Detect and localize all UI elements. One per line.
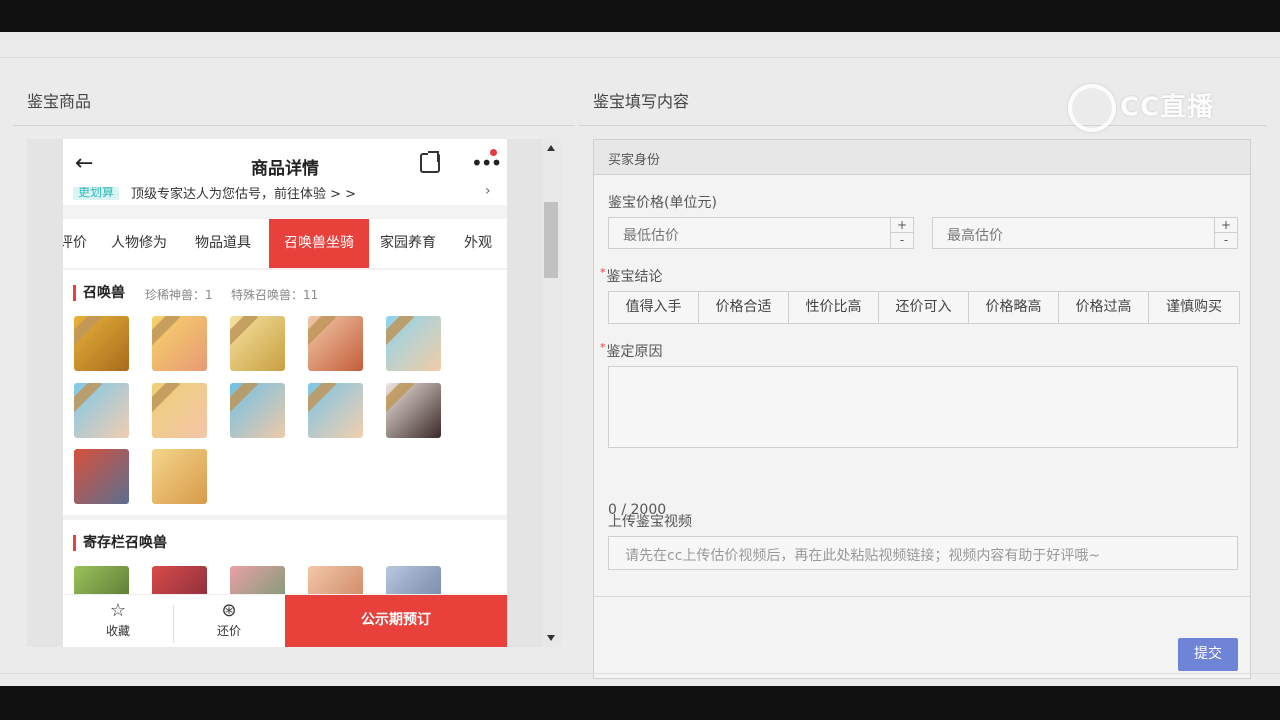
decrement-button[interactable]: - [891, 233, 913, 247]
conclusion-option[interactable]: 还价可入 [879, 292, 969, 323]
notification-dot [490, 149, 497, 156]
product-nav-bar: ← 商品详情 ••• [63, 139, 507, 187]
chevron-right-icon: › [485, 187, 491, 199]
tab-summons-mounts[interactable]: 召唤兽坐骑 [269, 219, 369, 268]
conclusion-options: 值得入手 价格合适 性价比高 还价可入 价格略高 价格过高 谨慎购买 [608, 291, 1240, 324]
required-mark: * [600, 341, 606, 354]
bargain-label: 还价 [216, 624, 241, 638]
summon-avatar[interactable] [152, 316, 207, 371]
product-detail-screen: ← 商品详情 ••• 更划算 顶级专家达人为您估号，前往体验 > > › 评价 … [63, 139, 507, 647]
form-header: 买家身份 [594, 140, 1250, 175]
submit-button[interactable]: 提交 [1178, 638, 1238, 671]
form-footer-divider [594, 596, 1250, 597]
summon-avatar[interactable] [386, 383, 441, 438]
appraisal-form: 买家身份 鉴宝价格(单位元) 最低估价 + - 最高估价 + - *鉴宝结论 值… [593, 139, 1251, 679]
window-bottom-bar [0, 686, 1280, 720]
share-icon[interactable] [420, 151, 440, 173]
tab-home[interactable]: 家园养育 [380, 219, 436, 268]
max-price-stepper: + - [1214, 218, 1237, 248]
appraisal-page: 鉴宝商品 鉴宝填写内容 CC直播 ← 商品详情 ••• 更划算 顶级专家达人为您… [0, 32, 1280, 686]
rare-count: 珍稀神兽：1 [145, 288, 213, 302]
tab-review[interactable]: 评价 [63, 219, 87, 268]
video-link-input[interactable]: 请先在cc上传估价视频后，再在此处粘贴视频链接；视频内容有助于好评哦~ [608, 536, 1238, 570]
tab-character[interactable]: 人物修为 [111, 219, 167, 268]
increment-button[interactable]: + [1215, 218, 1237, 233]
tab-items[interactable]: 物品道具 [195, 219, 251, 268]
scroll-thumb[interactable] [544, 202, 558, 278]
reserve-button[interactable]: 公示期预订 [285, 595, 507, 647]
conclusion-option[interactable]: 价格合适 [699, 292, 789, 323]
promo-badge: 更划算 [73, 187, 120, 200]
price-label: 鉴宝价格(单位元) [608, 195, 717, 211]
window-top-bar [0, 0, 1280, 32]
summon-avatar[interactable] [74, 316, 129, 371]
page-bottom-divider [0, 673, 1280, 674]
summon-avatar[interactable] [152, 383, 207, 438]
conclusion-option[interactable]: 价格略高 [969, 292, 1059, 323]
summon-avatar[interactable] [74, 449, 129, 504]
summon-avatar[interactable] [230, 316, 285, 371]
min-price-stepper: + - [890, 218, 913, 248]
buyer-identity-label: 买家身份 [608, 153, 661, 168]
promo-banner[interactable]: 更划算 顶级专家达人为您估号，前往体验 > > › [63, 187, 507, 205]
left-title-divider [13, 125, 575, 126]
coin-icon: ⊛ [221, 600, 237, 621]
summon-card-title: 召唤兽 [73, 285, 125, 301]
nav-title: 商品详情 [251, 159, 319, 179]
product-preview-frame: ← 商品详情 ••• 更划算 顶级专家达人为您估号，前往体验 > > › 评价 … [27, 139, 561, 647]
conclusion-label: *鉴宝结论 [600, 266, 663, 285]
conclusion-option[interactable]: 谨慎购买 [1149, 292, 1239, 323]
summon-avatar[interactable] [74, 383, 129, 438]
required-mark: * [600, 266, 606, 279]
right-section-title: 鉴宝填写内容 [593, 92, 690, 111]
preview-scrollbar[interactable] [542, 139, 561, 647]
video-label: 上传鉴宝视频 [608, 514, 692, 530]
reason-textarea[interactable] [608, 366, 1238, 448]
decrement-button[interactable]: - [1215, 233, 1237, 247]
summon-card: 召唤兽 珍稀神兽：1 特殊召唤兽：11 [63, 270, 507, 515]
min-price-input[interactable]: 最低估价 + - [608, 217, 914, 249]
bargain-button[interactable]: ⊛ 还价 [174, 595, 284, 647]
conclusion-option[interactable]: 性价比高 [789, 292, 879, 323]
storage-card-title: 寄存栏召唤兽 [73, 535, 167, 551]
page-top-divider [0, 57, 1280, 58]
scroll-up-icon[interactable] [547, 145, 555, 151]
summon-avatar[interactable] [308, 383, 363, 438]
category-tabs: 评价 人物修为 物品道具 召唤兽坐骑 家园养育 外观 [63, 219, 507, 269]
summon-avatar[interactable] [386, 316, 441, 371]
conclusion-option[interactable]: 值得入手 [609, 292, 699, 323]
summon-avatar[interactable] [230, 383, 285, 438]
conclusion-option[interactable]: 价格过高 [1059, 292, 1149, 323]
max-price-placeholder: 最高估价 [947, 228, 1003, 244]
favorite-label: 收藏 [105, 624, 130, 638]
promo-text: 顶级专家达人为您估号，前往体验 > > [131, 187, 357, 202]
storage-card: 寄存栏召唤兽 [63, 520, 507, 621]
cc-live-watermark: CC直播 [1068, 84, 1214, 132]
product-action-bar: ☆ 收藏 ⊛ 还价 公示期预订 [63, 594, 507, 647]
favorite-button[interactable]: ☆ 收藏 [63, 595, 173, 647]
reason-label: *鉴定原因 [600, 341, 663, 360]
tab-appearance[interactable]: 外观 [464, 219, 492, 268]
max-price-input[interactable]: 最高估价 + - [932, 217, 1238, 249]
video-link-placeholder: 请先在cc上传估价视频后，再在此处粘贴视频链接；视频内容有助于好评哦~ [625, 548, 1101, 564]
special-count: 特殊召唤兽：11 [231, 288, 319, 302]
summon-avatar[interactable] [308, 316, 363, 371]
scroll-down-icon[interactable] [547, 635, 555, 641]
min-price-placeholder: 最低估价 [623, 228, 679, 244]
star-icon: ☆ [109, 600, 127, 621]
cc-logo-icon [1068, 84, 1116, 132]
increment-button[interactable]: + [891, 218, 913, 233]
summon-avatar[interactable] [152, 449, 207, 504]
left-section-title: 鉴宝商品 [27, 92, 92, 111]
